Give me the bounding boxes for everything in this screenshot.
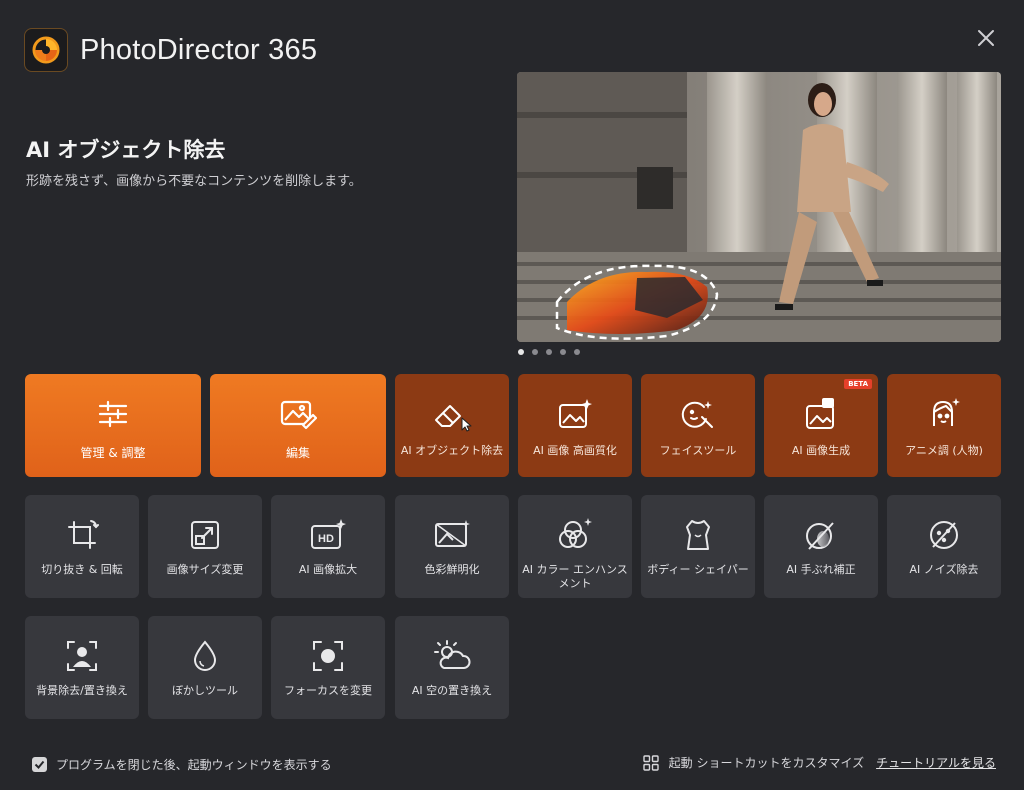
tile-label: AI オブジェクト除去 bbox=[400, 444, 504, 457]
tile-label: ボディー シェイパー bbox=[647, 563, 749, 576]
tile-label: 切り抜き & 回転 bbox=[41, 563, 123, 576]
show-on-close-checkbox[interactable]: プログラムを閉じた後、起動ウィンドウを表示する bbox=[32, 756, 332, 773]
sky-icon bbox=[432, 638, 472, 674]
color-enhance-icon bbox=[433, 517, 471, 553]
crop-rotate-button[interactable]: 切り抜き & 回転 bbox=[25, 495, 139, 598]
carousel-dot[interactable] bbox=[532, 349, 538, 355]
tile-label: 背景除去/置き換え bbox=[36, 684, 128, 697]
image-sparkle-icon bbox=[557, 396, 593, 432]
tile-label: AI 空の置き換え bbox=[411, 684, 493, 697]
edit-button[interactable]: 編集 bbox=[210, 374, 386, 477]
app-logo-icon bbox=[24, 28, 68, 72]
ai-upscale-button[interactable]: HD AI 画像拡大 bbox=[271, 495, 385, 598]
grid-icon bbox=[642, 754, 659, 771]
body-shaper-button[interactable]: ボディー シェイパー bbox=[641, 495, 755, 598]
close-icon bbox=[978, 30, 994, 46]
color-circles-icon bbox=[556, 517, 594, 553]
denoise-icon bbox=[926, 517, 962, 553]
image-generate-icon: T bbox=[803, 396, 839, 432]
blur-tool-button[interactable]: ぼかしツール bbox=[148, 616, 262, 719]
focus-icon bbox=[310, 638, 346, 674]
show-on-close-label: プログラムを閉じた後、起動ウィンドウを表示する bbox=[56, 758, 332, 772]
tile-label: 色彩鮮明化 bbox=[424, 563, 480, 576]
carousel-dot[interactable] bbox=[574, 349, 580, 355]
anime-face-icon bbox=[926, 396, 962, 432]
checkbox-box[interactable] bbox=[32, 757, 47, 772]
hd-upscale-icon: HD bbox=[309, 517, 347, 553]
ai-image-generate-button[interactable]: BETA T AI 画像生成 bbox=[764, 374, 878, 477]
carousel-dot[interactable] bbox=[560, 349, 566, 355]
person-frame-icon bbox=[64, 638, 100, 674]
tile-label: アニメ調 (人物) bbox=[905, 444, 983, 457]
svg-text:T: T bbox=[826, 399, 831, 408]
tile-label: フォーカスを変更 bbox=[284, 684, 372, 697]
app-title: PhotoDirector 365 bbox=[80, 33, 318, 66]
photo-edit-icon bbox=[279, 396, 317, 432]
tile-label: 編集 bbox=[285, 446, 310, 460]
ai-sky-replace-button[interactable]: AI 空の置き換え bbox=[395, 616, 509, 719]
crop-rotate-icon bbox=[65, 517, 99, 553]
close-button[interactable] bbox=[972, 24, 1000, 52]
body-shaper-icon bbox=[681, 517, 715, 553]
tile-label: AI 画像拡大 bbox=[298, 563, 358, 576]
carousel-dots bbox=[518, 349, 580, 355]
background-remove-button[interactable]: 背景除去/置き換え bbox=[25, 616, 139, 719]
footer-actions: 起動 ショートカットをカスタマイズ チュートリアルを見る bbox=[642, 754, 996, 771]
sliders-icon bbox=[96, 396, 130, 432]
resize-icon bbox=[188, 517, 222, 553]
eraser-icon bbox=[432, 396, 472, 432]
deblur-icon bbox=[803, 517, 839, 553]
feature-description: 形跡を残さず、画像から不要なコンテンツを削除します。 bbox=[26, 174, 362, 189]
tile-label: AI 画像 高画質化 bbox=[533, 444, 617, 457]
manage-adjust-button[interactable]: 管理 & 調整 bbox=[25, 374, 201, 477]
title-bar: PhotoDirector 365 bbox=[24, 28, 317, 72]
tile-label: フェイスツール bbox=[659, 444, 737, 457]
beta-badge: BETA bbox=[844, 379, 872, 389]
tile-label: 管理 & 調整 bbox=[80, 446, 146, 460]
tile-label: AI カラー エンハンスメント bbox=[522, 563, 628, 590]
face-tool-button[interactable]: フェイスツール bbox=[641, 374, 755, 477]
feature-preview-image bbox=[517, 72, 1001, 342]
tutorial-link[interactable]: チュートリアルを見る bbox=[876, 754, 996, 771]
ai-color-enhancement-button[interactable]: AI カラー エンハンスメント bbox=[518, 495, 632, 598]
carousel-dot[interactable] bbox=[546, 349, 552, 355]
image-resize-button[interactable]: 画像サイズ変更 bbox=[148, 495, 262, 598]
ai-image-enhance-button[interactable]: AI 画像 高画質化 bbox=[518, 374, 632, 477]
change-focus-button[interactable]: フォーカスを変更 bbox=[271, 616, 385, 719]
ai-object-removal-button[interactable]: AI オブジェクト除去 bbox=[395, 374, 509, 477]
tile-label: 画像サイズ変更 bbox=[166, 563, 244, 576]
drop-icon bbox=[189, 638, 221, 674]
ai-deblur-button[interactable]: AI 手ぶれ補正 bbox=[764, 495, 878, 598]
feature-title: AI オブジェクト除去 bbox=[26, 138, 226, 162]
color-vividness-button[interactable]: 色彩鮮明化 bbox=[395, 495, 509, 598]
tile-label: AI 手ぶれ補正 bbox=[786, 563, 856, 576]
tile-label: AI 画像生成 bbox=[791, 444, 851, 457]
checkmark-icon bbox=[34, 760, 45, 769]
carousel-dot[interactable] bbox=[518, 349, 524, 355]
face-wand-icon bbox=[680, 396, 716, 432]
tile-label: ぼかしツール bbox=[172, 684, 238, 697]
anime-style-button[interactable]: アニメ調 (人物) bbox=[887, 374, 1001, 477]
tile-label: AI ノイズ除去 bbox=[909, 563, 979, 576]
customize-shortcuts-label: 起動 ショートカットをカスタマイズ bbox=[668, 756, 865, 770]
customize-shortcuts-button[interactable]: 起動 ショートカットをカスタマイズ bbox=[642, 754, 865, 771]
ai-denoise-button[interactable]: AI ノイズ除去 bbox=[887, 495, 1001, 598]
svg-text:HD: HD bbox=[318, 533, 334, 545]
